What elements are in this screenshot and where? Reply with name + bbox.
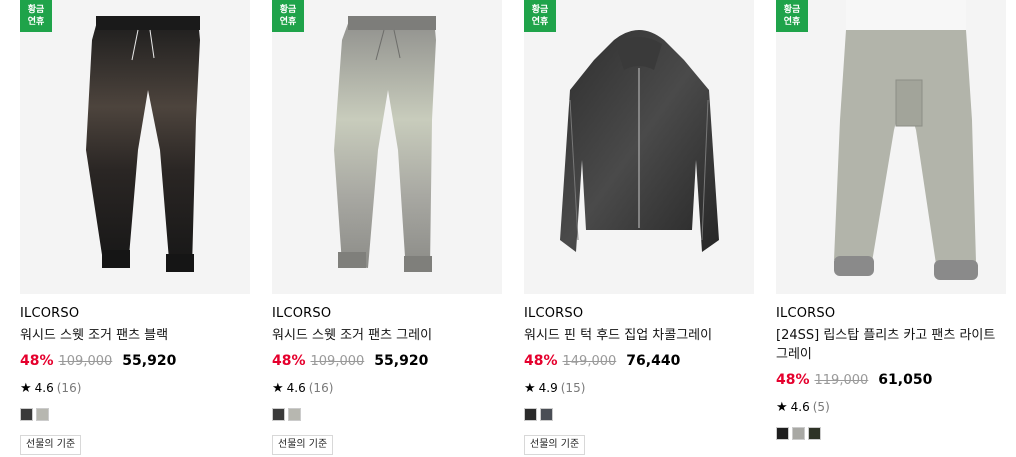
product-brand[interactable]: ILCORSO (20, 305, 250, 322)
discount-rate: 48% (776, 372, 810, 388)
rating-value: 4.9 (538, 381, 558, 395)
product-title[interactable]: 워시드 스웻 조거 팬츠 블랙 (20, 326, 250, 345)
review-count: (16) (56, 381, 82, 395)
price-row: 48% 109,000 55,920 (20, 353, 250, 373)
charcoal-hood-zipup-icon (524, 0, 754, 294)
promo-badge: 황금 연휴 (524, 0, 556, 32)
star-icon: ★ (20, 380, 32, 396)
original-price: 149,000 (562, 354, 617, 369)
color-swatch[interactable] (272, 408, 285, 421)
product-card[interactable]: 황금 연휴 ILCORSO [24SS] 립스탑 플리츠 카고 팬츠 라이트그레… (776, 0, 1006, 440)
product-card[interactable]: 황금 연휴 ILCORSO 워시드 핀 턱 후드 집업 차콜그레이 48% 14… (524, 0, 754, 455)
black-jogger-pants-icon (20, 0, 250, 294)
rating-value: 4.6 (286, 381, 306, 395)
product-card[interactable]: 황금 연휴 ILCORSO 워시드 스웻 조거 팬츠 블랙 48% 109,00… (20, 0, 250, 455)
color-swatches (524, 408, 754, 421)
color-swatch[interactable] (808, 427, 821, 440)
light-gray-cargo-pants-icon (776, 0, 1006, 294)
original-price: 109,000 (58, 354, 113, 369)
original-price: 119,000 (814, 373, 869, 388)
gift-tag: 선물의 기준 (524, 435, 586, 455)
product-title[interactable]: [24SS] 립스탑 플리츠 카고 팬츠 라이트그레이 (776, 326, 1006, 364)
product-image[interactable]: 황금 연휴 (524, 0, 754, 294)
color-swatches (776, 427, 1006, 440)
sale-price: 76,440 (626, 353, 681, 369)
product-grid: 황금 연휴 ILCORSO 워시드 스웻 조거 팬츠 블랙 48% 109,00… (0, 0, 1016, 457)
review-count: (16) (308, 381, 334, 395)
color-swatch[interactable] (792, 427, 805, 440)
original-price: 109,000 (310, 354, 365, 369)
color-swatch[interactable] (36, 408, 49, 421)
gift-tag: 선물의 기준 (20, 435, 82, 455)
color-swatch[interactable] (20, 408, 33, 421)
price-row: 48% 119,000 61,050 (776, 372, 1006, 392)
rating-row: ★ 4.6 (16) (272, 379, 502, 397)
price-row: 48% 109,000 55,920 (272, 353, 502, 373)
promo-badge: 황금 연휴 (272, 0, 304, 32)
product-title[interactable]: 워시드 스웻 조거 팬츠 그레이 (272, 326, 502, 345)
discount-rate: 48% (272, 353, 306, 369)
color-swatches (272, 408, 502, 421)
product-brand[interactable]: ILCORSO (272, 305, 502, 322)
rating-row: ★ 4.9 (15) (524, 379, 754, 397)
product-brand[interactable]: ILCORSO (524, 305, 754, 322)
promo-badge: 황금 연휴 (20, 0, 52, 32)
color-swatch[interactable] (776, 427, 789, 440)
rating-value: 4.6 (790, 400, 810, 414)
star-icon: ★ (272, 380, 284, 396)
star-icon: ★ (776, 399, 788, 415)
review-count: (5) (812, 400, 830, 414)
star-icon: ★ (524, 380, 536, 396)
product-card[interactable]: 황금 연휴 ILCORSO 워시드 스웻 조거 팬츠 그레이 48% 109,0… (272, 0, 502, 455)
color-swatch[interactable] (540, 408, 553, 421)
promo-badge: 황금 연휴 (776, 0, 808, 32)
discount-rate: 48% (20, 353, 54, 369)
price-row: 48% 149,000 76,440 (524, 353, 754, 373)
product-image[interactable]: 황금 연휴 (20, 0, 250, 294)
product-image[interactable]: 황금 연휴 (776, 0, 1006, 294)
rating-value: 4.6 (34, 381, 54, 395)
rating-row: ★ 4.6 (16) (20, 379, 250, 397)
rating-row: ★ 4.6 (5) (776, 398, 1006, 416)
gray-jogger-pants-icon (272, 0, 502, 294)
sale-price: 55,920 (122, 353, 177, 369)
discount-rate: 48% (524, 353, 558, 369)
gift-tag: 선물의 기준 (272, 435, 334, 455)
product-title[interactable]: 워시드 핀 턱 후드 집업 차콜그레이 (524, 326, 754, 345)
color-swatch[interactable] (288, 408, 301, 421)
sale-price: 61,050 (878, 372, 933, 388)
product-brand[interactable]: ILCORSO (776, 305, 1006, 322)
sale-price: 55,920 (374, 353, 429, 369)
color-swatches (20, 408, 250, 421)
product-image[interactable]: 황금 연휴 (272, 0, 502, 294)
review-count: (15) (560, 381, 586, 395)
color-swatch[interactable] (524, 408, 537, 421)
